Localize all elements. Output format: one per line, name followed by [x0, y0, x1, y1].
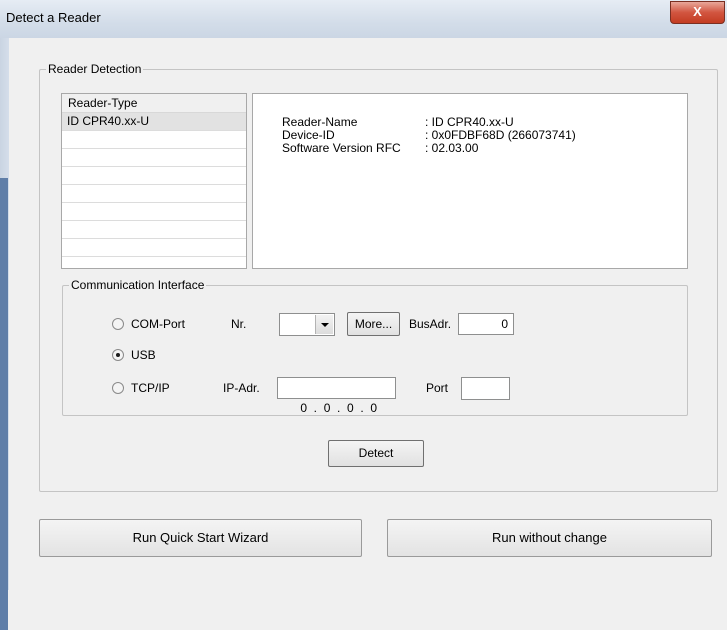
nr-label: Nr. [231, 317, 247, 331]
more-button[interactable]: More... [347, 312, 400, 336]
close-button[interactable]: X [670, 1, 725, 24]
run-quick-start-wizard-button[interactable]: Run Quick Start Wizard [39, 519, 362, 557]
nr-combobox[interactable] [279, 313, 335, 336]
close-icon: X [693, 4, 702, 19]
reader-type-list-item[interactable] [62, 149, 246, 167]
busadr-input[interactable]: 0 [458, 313, 514, 335]
tcpip-radio[interactable] [112, 382, 124, 394]
port-label: Port [426, 381, 449, 395]
reader-info-value: : 02.03.00 [425, 141, 479, 155]
title-bar[interactable]: Detect a Reader X [0, 0, 727, 39]
reader-type-list-item[interactable] [62, 221, 246, 239]
run-without-change-label: Run without change [492, 530, 607, 545]
chevron-down-icon[interactable] [315, 315, 333, 334]
communication-interface-legend: Communication Interface [71, 278, 205, 292]
reader-type-list-item[interactable] [62, 167, 246, 185]
busadr-value: 0 [501, 317, 508, 331]
reader-type-list-item[interactable] [62, 185, 246, 203]
usb-label[interactable]: USB [131, 348, 156, 362]
reader-type-list-item[interactable]: ID CPR40.xx-U [62, 113, 246, 131]
more-button-label: More... [354, 317, 393, 331]
window-left-border [0, 38, 9, 630]
usb-radio[interactable] [112, 349, 124, 361]
reader-type-list-item[interactable] [62, 203, 246, 221]
reader-type-list-item[interactable] [62, 131, 246, 149]
reader-info-key: Software Version RFC [282, 141, 401, 155]
detect-button-label: Detect [358, 446, 394, 460]
busadr-label: BusAdr. [409, 317, 452, 331]
reader-detection-legend: Reader Detection [48, 62, 142, 76]
tcpip-label[interactable]: TCP/IP [131, 381, 170, 395]
window-title: Detect a Reader [6, 10, 101, 25]
reader-type-list[interactable]: Reader-Type ID CPR40.xx-U [61, 93, 247, 269]
run-quick-start-wizard-label: Run Quick Start Wizard [132, 530, 269, 545]
reader-info-panel: Reader-Name: ID CPR40.xx-U Device-ID: 0x0… [252, 93, 688, 269]
ip-address-value: 0 . 0 . 0 . 0 [300, 401, 378, 415]
ip-address-label: IP-Adr. [223, 381, 260, 395]
run-without-change-button[interactable]: Run without change [387, 519, 712, 557]
window-left-border-shadow [0, 178, 8, 630]
port-input[interactable] [461, 377, 510, 400]
reader-type-list-item[interactable] [62, 239, 246, 257]
com-port-label[interactable]: COM-Port [131, 317, 185, 331]
ip-address-input[interactable]: 0 . 0 . 0 . 0 [277, 377, 396, 415]
com-port-radio[interactable] [112, 318, 124, 330]
detect-button[interactable]: Detect [328, 440, 424, 467]
dialog-body: Reader Detection Reader-Type ID CPR40.xx… [9, 38, 727, 590]
reader-type-column-header[interactable]: Reader-Type [62, 94, 246, 113]
